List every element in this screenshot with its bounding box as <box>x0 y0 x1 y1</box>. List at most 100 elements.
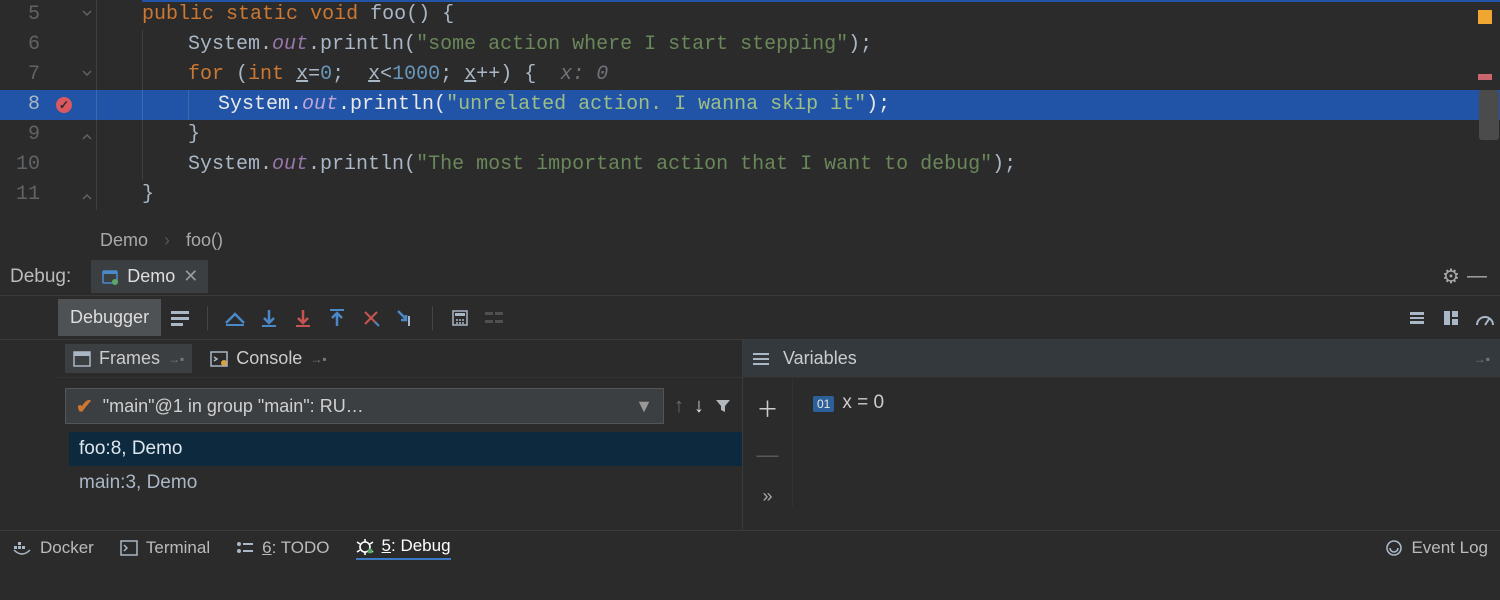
debug-toolwindow-header: Debug: Demo ✕ ⚙ — <box>0 258 1500 296</box>
code-editor[interactable]: 5 public static void foo() { 6 System.ou… <box>0 0 1500 222</box>
line-number: 5 <box>0 0 50 30</box>
code-line[interactable]: 7 for (int x=0; x<1000; x++) { x: 0 <box>0 60 1500 90</box>
statusbar-label: Docker <box>40 538 94 558</box>
statusbar-event-log[interactable]: Event Log <box>1385 538 1488 558</box>
mnemonic: 6 <box>262 538 271 557</box>
previous-frame-icon[interactable]: ↑ <box>674 395 684 418</box>
warning-marker-icon[interactable] <box>1478 10 1492 24</box>
var-x: x <box>296 60 308 90</box>
fold-gutter[interactable] <box>78 130 96 140</box>
code-token: ; <box>332 60 368 90</box>
pin-icon[interactable]: →▪ <box>168 352 184 366</box>
code-line[interactable]: 5 public static void foo() { <box>0 0 1500 30</box>
frames-list[interactable]: foo:8, Demo main:3, Demo <box>55 432 742 500</box>
stack-frame-row[interactable]: main:3, Demo <box>69 466 742 500</box>
line-number: 8 <box>0 90 50 120</box>
application-icon <box>101 268 119 286</box>
code-text[interactable]: System.out.println("The most important a… <box>188 150 1500 180</box>
code-text[interactable]: public static void foo() { <box>142 0 1500 30</box>
string-literal: "some action where I start stepping" <box>416 30 848 60</box>
fold-gutter[interactable] <box>78 70 96 80</box>
code-token: ( <box>236 60 248 90</box>
chevron-down-icon[interactable]: ▼ <box>635 396 653 417</box>
error-marker-icon[interactable] <box>1478 74 1492 80</box>
thread-combo[interactable]: ✔ "main"@1 in group "main": RU… ▼ <box>65 388 664 424</box>
close-icon[interactable]: ✕ <box>183 266 198 287</box>
debugger-tab[interactable]: Debugger <box>58 299 161 336</box>
frames-tab[interactable]: Frames →▪ <box>65 344 192 373</box>
code-line-execution[interactable]: 8 System.out.println("unrelated action. … <box>0 90 1500 120</box>
layout-settings-icon[interactable] <box>1402 303 1432 333</box>
editor-error-stripe[interactable] <box>1478 10 1494 80</box>
code-text[interactable]: System.out.println("some action where I … <box>188 30 1500 60</box>
breadcrumb[interactable]: Demo › foo() <box>0 222 1500 258</box>
fold-gutter[interactable] <box>78 10 96 20</box>
trace-current-stream-chain-icon[interactable] <box>479 303 509 333</box>
code-line[interactable]: 10 System.out.println("The most importan… <box>0 150 1500 180</box>
more-icon[interactable]: » <box>762 486 772 507</box>
statusbar-todo[interactable]: 6: TODO <box>236 538 329 558</box>
fold-gutter[interactable] <box>78 190 96 200</box>
pin-icon[interactable]: →▪ <box>1474 352 1490 366</box>
bug-icon <box>356 537 374 555</box>
variables-list-icon <box>753 353 769 365</box>
keyword-void: void <box>310 0 358 30</box>
restore-layout-icon[interactable] <box>1436 303 1466 333</box>
step-out-icon[interactable] <box>322 303 352 333</box>
remove-watch-icon[interactable]: — <box>757 442 779 468</box>
breakpoint-active-icon[interactable] <box>56 97 72 113</box>
filter-icon[interactable] <box>714 397 732 415</box>
code-token: ); <box>866 90 890 120</box>
evaluate-expression-icon[interactable] <box>445 303 475 333</box>
field-out: out <box>272 150 308 180</box>
console-tab[interactable]: Console →▪ <box>202 344 334 373</box>
line-number: 7 <box>0 60 50 90</box>
threads-icon[interactable] <box>165 303 195 333</box>
run-to-cursor-icon[interactable] <box>390 303 420 333</box>
code-text[interactable]: } <box>188 120 1500 150</box>
line-number: 6 <box>0 30 50 60</box>
status-bar: Docker Terminal 6: TODO 5: Debug Event L… <box>0 530 1500 564</box>
var-x: x <box>368 60 380 90</box>
keyword-int: int <box>248 60 284 90</box>
step-over-icon[interactable] <box>254 303 284 333</box>
code-line[interactable]: 11 } <box>0 180 1500 210</box>
event-log-icon <box>1385 539 1403 557</box>
variable-entry[interactable]: x = 0 <box>842 392 884 413</box>
code-line[interactable]: 6 System.out.println("some action where … <box>0 30 1500 60</box>
statusbar-docker[interactable]: Docker <box>12 538 94 558</box>
stack-frame-row[interactable]: foo:8, Demo <box>69 432 742 466</box>
pin-icon[interactable]: →▪ <box>310 352 326 366</box>
step-into-icon[interactable] <box>288 303 318 333</box>
show-execution-point-icon[interactable] <box>220 303 250 333</box>
variables-side-toolbar: ＋ — » <box>743 378 793 507</box>
statusbar-terminal[interactable]: Terminal <box>120 538 210 558</box>
drop-frame-icon[interactable] <box>356 303 386 333</box>
code-token: ; <box>440 60 464 90</box>
code-text[interactable]: for (int x=0; x<1000; x++) { x: 0 <box>188 60 1500 90</box>
keyword-for: for <box>188 60 224 90</box>
console-icon <box>210 351 228 367</box>
code-text[interactable]: System.out.println("unrelated action. I … <box>218 90 1500 120</box>
next-frame-icon[interactable]: ↓ <box>694 395 704 418</box>
variables-list[interactable]: 01x = 0 <box>793 378 904 507</box>
breakpoint-gutter[interactable] <box>50 97 78 113</box>
breadcrumb-item[interactable]: foo() <box>186 230 223 251</box>
code-line[interactable]: 9 } <box>0 120 1500 150</box>
editor-scrollbar-thumb[interactable] <box>1479 90 1499 140</box>
statusbar-debug[interactable]: 5: Debug <box>356 536 451 560</box>
field-out: out <box>272 30 308 60</box>
variables-pane: Variables →▪ ＋ — » 01x = 0 <box>743 340 1500 530</box>
settings-speedometer-icon[interactable] <box>1470 303 1500 333</box>
minimize-icon[interactable]: — <box>1464 265 1490 288</box>
line-number: 9 <box>0 120 50 150</box>
line-number: 11 <box>0 180 50 210</box>
debug-run-config-tab[interactable]: Demo ✕ <box>91 260 208 293</box>
code-text[interactable]: } <box>142 180 1500 210</box>
brace-close: } <box>188 120 200 150</box>
code-token: = <box>308 60 320 90</box>
code-token: System. <box>218 90 302 120</box>
new-watch-icon[interactable]: ＋ <box>756 392 778 424</box>
gear-icon[interactable]: ⚙ <box>1438 264 1464 289</box>
breadcrumb-item[interactable]: Demo <box>100 230 148 251</box>
